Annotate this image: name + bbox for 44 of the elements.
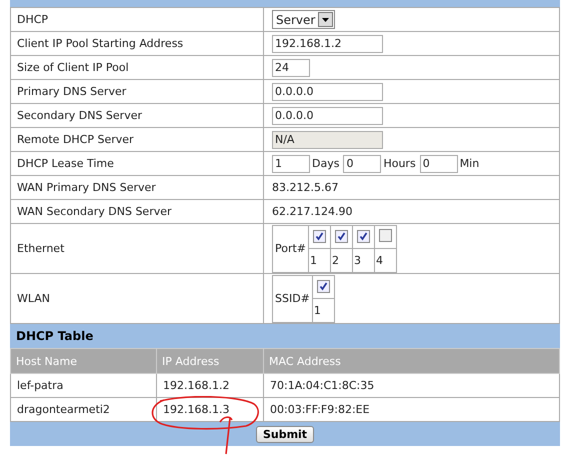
setting-label: Remote DHCP Server [17, 133, 134, 146]
checkbox[interactable] [357, 230, 370, 243]
checkbox[interactable] [379, 228, 392, 242]
dhcp-mode-dropdown[interactable]: Server [272, 10, 336, 29]
setting-label: Ethernet [17, 242, 64, 255]
column-header: MAC Address [264, 348, 560, 374]
text-field[interactable]: 0.0.0.0 [272, 82, 383, 100]
port-heading: Port# [275, 242, 306, 255]
unit-label: Days [312, 157, 340, 170]
setting-label: DHCP [17, 13, 48, 26]
port-number: 2 [332, 254, 340, 267]
text-field[interactable]: 0 [343, 154, 382, 172]
setting-label: Secondary DNS Server [17, 109, 142, 122]
setting-label: Size of Client IP Pool [17, 61, 129, 74]
unit-label: Min [460, 157, 480, 170]
setting-label: DHCP Lease Time [17, 157, 114, 170]
port-number: 1 [314, 304, 321, 317]
submit-button[interactable]: Submit [256, 426, 314, 442]
setting-label: WAN Primary DNS Server [17, 181, 156, 194]
checkbox[interactable] [313, 230, 326, 243]
column-header: Host Name [10, 348, 156, 374]
table-cell: 70:1A:04:C1:8C:35 [264, 374, 560, 398]
table-cell: 192.168.1.2 [156, 374, 264, 398]
setting-label: Client IP Pool Starting Address [17, 37, 184, 50]
port-number: 3 [354, 254, 362, 267]
column-header: IP Address [156, 348, 264, 374]
checkbox[interactable] [335, 230, 348, 243]
value-text: 62.217.124.90 [272, 205, 352, 218]
unit-label: Hours [383, 157, 416, 170]
value-text: 83.212.5.67 [272, 181, 338, 194]
checkbox[interactable] [316, 280, 330, 293]
text-field[interactable]: 192.168.1.2 [272, 34, 383, 52]
section-title: DHCP Table [16, 329, 94, 343]
port-number: 4 [376, 254, 384, 267]
setting-label: Primary DNS Server [17, 85, 126, 98]
text-field[interactable]: 0 [420, 154, 458, 172]
text-field[interactable]: 0.0.0.0 [272, 106, 383, 124]
text-field[interactable]: 24 [272, 58, 310, 76]
text-field[interactable]: 1 [272, 154, 310, 172]
setting-label: WAN Secondary DNS Server [17, 205, 172, 218]
setting-label: WLAN [17, 292, 50, 305]
table-cell: lef-patra [10, 374, 156, 398]
port-number: 1 [310, 254, 318, 267]
port-heading: SSID# [275, 292, 310, 305]
